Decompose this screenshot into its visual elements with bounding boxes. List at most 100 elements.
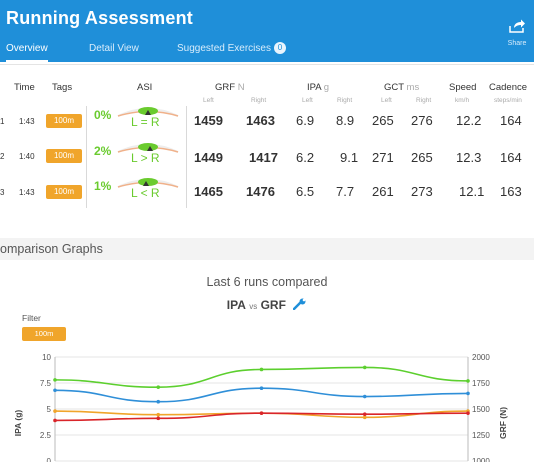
ipa-right: 8.9 <box>336 113 355 128</box>
grf-right: 1463 <box>246 113 275 128</box>
share-label: Share <box>507 40 527 47</box>
y-tick-label: 7.5 <box>40 379 52 388</box>
graph-title-vs: vs <box>249 302 258 311</box>
comparison-subtitle: Last 6 runs compared <box>206 275 328 289</box>
series-line <box>54 387 469 403</box>
grf-unit: N <box>237 82 245 93</box>
wrench-icon[interactable] <box>293 298 307 311</box>
ipa-right: 9.1 <box>340 150 359 165</box>
cadence-unit: steps/min <box>494 97 522 104</box>
data-point <box>156 385 161 389</box>
row-time: 1:40 <box>19 152 35 161</box>
data-point <box>53 388 57 393</box>
share-icon <box>509 19 525 33</box>
comparison-section-header: omparison Graphs <box>0 238 534 260</box>
col-ipa-header: IPA g <box>307 82 329 93</box>
y-tick-label: 2.5 <box>40 431 52 440</box>
ipa-left: 6.9 <box>296 113 315 128</box>
asi-percent: 0% <box>94 108 112 122</box>
y-tick-label: 0 <box>47 457 52 462</box>
data-point <box>362 415 367 420</box>
gct-right: 273 <box>411 184 433 199</box>
y-axis-label: IPA (g) <box>13 410 23 437</box>
row-tag[interactable]: 100m <box>46 149 82 163</box>
tab-suggested-exercises[interactable]: Suggested Exercises 0 <box>177 42 286 62</box>
data-point <box>362 365 367 370</box>
ipa-right-sub: Right <box>337 97 353 104</box>
app-header: Running Assessment Overview Detail View … <box>0 0 534 62</box>
graph-title-a: IPA <box>226 298 246 312</box>
cadence-value: 164 <box>500 113 522 128</box>
data-point <box>466 391 470 396</box>
col-asi-header: ASI <box>137 82 153 93</box>
row-tag[interactable]: 100m <box>46 114 82 128</box>
graph-title: IPA vs GRF <box>0 298 534 312</box>
data-point <box>466 411 470 415</box>
asi-comparison: L > R <box>131 151 160 165</box>
row-time: 1:43 <box>19 188 35 197</box>
gct-left: 271 <box>372 150 394 165</box>
col-cadence-header: Cadence <box>489 82 528 93</box>
asi-right-divider <box>186 106 187 208</box>
grf-left-sub: Left <box>203 97 214 104</box>
gct-unit: ms <box>406 82 420 93</box>
asi-percent: 2% <box>94 144 112 158</box>
cadence-value: 163 <box>500 184 522 199</box>
graph-title-b: GRF <box>260 298 286 312</box>
gct-right-sub: Right <box>416 97 432 104</box>
grf-label: GRF <box>215 82 236 93</box>
exercise-count-badge: 0 <box>273 42 286 55</box>
col-time-header: Time <box>14 82 35 93</box>
y-tick-label: 5 <box>47 405 52 414</box>
speed-value: 12.1 <box>459 184 485 199</box>
data-point <box>53 378 57 382</box>
grf-left: 1449 <box>194 150 223 165</box>
data-point <box>362 412 367 416</box>
y2-axis-label: GRF (N) <box>498 407 508 439</box>
app-title: Running Assessment <box>6 8 193 28</box>
data-point <box>362 394 367 399</box>
cadence-value: 164 <box>500 150 522 165</box>
asi-comparison: L < R <box>131 186 160 200</box>
tab-suggested-exercises-label: Suggested Exercises <box>177 43 271 54</box>
y2-tick-label: 2000 <box>472 353 490 362</box>
grf-right-sub: Right <box>251 97 267 104</box>
asi-left-divider <box>86 106 87 208</box>
y2-tick-label: 1750 <box>472 379 490 388</box>
filter-label: Filter <box>22 313 41 323</box>
row-tag[interactable]: 100m <box>46 185 82 199</box>
col-speed-header: Speed <box>449 82 477 93</box>
filter-tag[interactable]: 100m <box>22 327 66 341</box>
col-tags-header: Tags <box>52 82 73 93</box>
y2-tick-label: 1000 <box>472 457 490 462</box>
ipa-unit: g <box>323 82 330 93</box>
data-point <box>259 367 264 372</box>
grf-right: 1417 <box>249 150 278 165</box>
data-point <box>156 399 161 404</box>
ipa-right: 7.7 <box>336 184 355 199</box>
results-table: Time Tags ASI GRF N IPA g GCT ms Speed C… <box>0 62 534 222</box>
ipa-label: IPA <box>307 82 322 93</box>
grf-left: 1465 <box>194 184 223 199</box>
speed-value: 12.2 <box>456 113 482 128</box>
speed-unit: km/h <box>455 97 470 104</box>
col-gct-header: GCT ms <box>384 82 419 93</box>
gct-right: 265 <box>411 150 433 165</box>
gct-left-sub: Left <box>381 97 392 104</box>
ipa-grf-chart: 10 2000 7.5 1750 5 1500 2.5 1250 0 1000 IPA (g) G… <box>13 353 508 462</box>
tab-overview[interactable]: Overview <box>6 42 48 62</box>
ipa-left-sub: Left <box>302 97 313 104</box>
gct-right: 276 <box>411 113 433 128</box>
row-number: 2 <box>0 152 5 161</box>
row-number: 1 <box>0 117 5 126</box>
data-point <box>156 412 161 417</box>
data-point <box>259 411 264 415</box>
asi-comparison: L = R <box>131 115 160 129</box>
y2-tick-label: 1500 <box>472 405 490 414</box>
data-point <box>156 416 161 421</box>
share-button[interactable]: Share <box>504 18 530 47</box>
row-number: 3 <box>0 188 5 197</box>
gct-left: 265 <box>372 113 394 128</box>
tab-detail-view[interactable]: Detail View <box>89 42 139 62</box>
ipa-left: 6.2 <box>296 150 315 165</box>
